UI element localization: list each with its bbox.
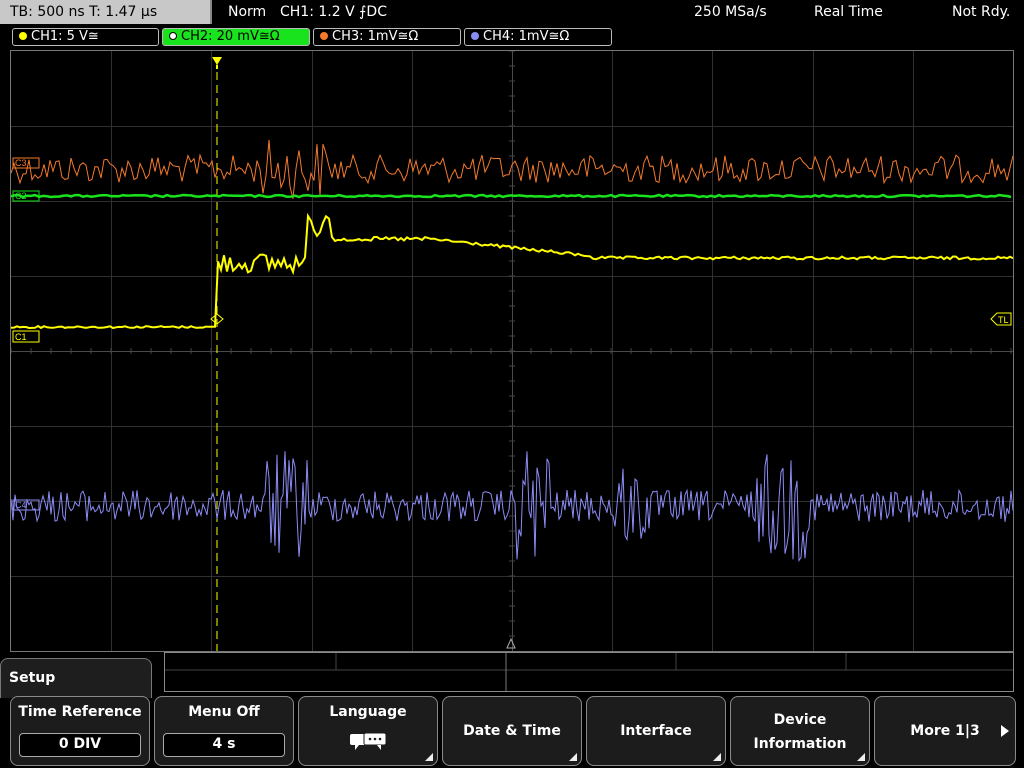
device-information-label-line1: Device	[773, 712, 827, 728]
tab-ch1[interactable]: CH1: 5 V≅	[12, 28, 159, 46]
date-time-button[interactable]: Date & Time	[442, 696, 582, 766]
submenu-indicator-icon	[857, 753, 865, 761]
waveform-svg: C3 C2 C1 C4 TL	[11, 51, 1013, 651]
ch2-waveform	[11, 193, 1012, 199]
ch1-label: CH1: 5 V≅	[31, 29, 99, 44]
trigger-mode[interactable]: Norm	[228, 0, 266, 24]
ch3-dot-icon	[320, 32, 328, 40]
time-reference-value: 0 DIV	[19, 733, 141, 757]
submenu-indicator-icon	[569, 753, 577, 761]
interface-label: Interface	[620, 723, 692, 739]
ch2-marker-label: C2	[15, 191, 27, 201]
tab-ch2[interactable]: CH2: 20 mV≅Ω	[162, 28, 310, 46]
acquisition-mode: Real Time	[814, 4, 883, 20]
graticule-grid	[11, 51, 1013, 651]
ch2-dot-icon	[169, 32, 177, 40]
speech-bubbles-icon	[350, 732, 387, 750]
interface-button[interactable]: Interface	[586, 696, 726, 766]
language-label: Language	[329, 704, 407, 720]
ch4-label: CH4: 1mV≅Ω	[483, 29, 570, 44]
acquisition-state: Not Rdy.	[952, 4, 1011, 20]
tab-ch3[interactable]: CH3: 1mV≅Ω	[313, 28, 461, 46]
ch1-marker-label: C1	[15, 332, 27, 342]
menu-off-label: Menu Off	[188, 704, 260, 720]
trigger-position-icon	[212, 57, 222, 65]
more-label: More 1|3	[910, 723, 980, 739]
sample-rate: 250 MSa/s	[694, 4, 767, 20]
ch3-label: CH3: 1mV≅Ω	[332, 29, 419, 44]
time-reference-label: Time Reference	[18, 704, 142, 720]
ch4-marker-label: C4	[15, 500, 27, 510]
device-information-label-line2: Information	[753, 736, 847, 752]
ch2-label: CH2: 20 mV≅Ω	[181, 29, 280, 44]
menu-off-value: 4 s	[163, 733, 285, 757]
ch1-dot-icon	[19, 32, 27, 40]
device-information-button[interactable]: Device Information	[730, 696, 870, 766]
ch4-dot-icon	[471, 32, 479, 40]
center-marker-icon	[506, 637, 516, 649]
time-reference-button[interactable]: Time Reference 0 DIV	[10, 696, 150, 766]
date-time-label: Date & Time	[463, 723, 561, 739]
menu-title: Setup	[0, 658, 152, 698]
zoom-area	[164, 652, 1014, 692]
ch3-marker-label: C3	[15, 158, 27, 168]
trigger-info[interactable]: CH1: 1.2 V ⨍DC	[280, 0, 387, 24]
trigger-level-label: TL	[998, 315, 1009, 325]
waveform-display[interactable]: C3 C2 C1 C4 TL	[10, 50, 1014, 652]
submenu-indicator-icon	[713, 753, 721, 761]
submenu-indicator-icon	[425, 753, 433, 761]
next-page-arrow-icon	[1001, 725, 1009, 737]
language-button[interactable]: Language	[298, 696, 438, 766]
menu-off-button[interactable]: Menu Off 4 s	[154, 696, 294, 766]
timebase-readout[interactable]: TB: 500 ns T: 1.47 µs	[0, 0, 212, 24]
tab-ch4[interactable]: CH4: 1mV≅Ω	[464, 28, 612, 46]
more-button[interactable]: More 1|3	[874, 696, 1016, 766]
